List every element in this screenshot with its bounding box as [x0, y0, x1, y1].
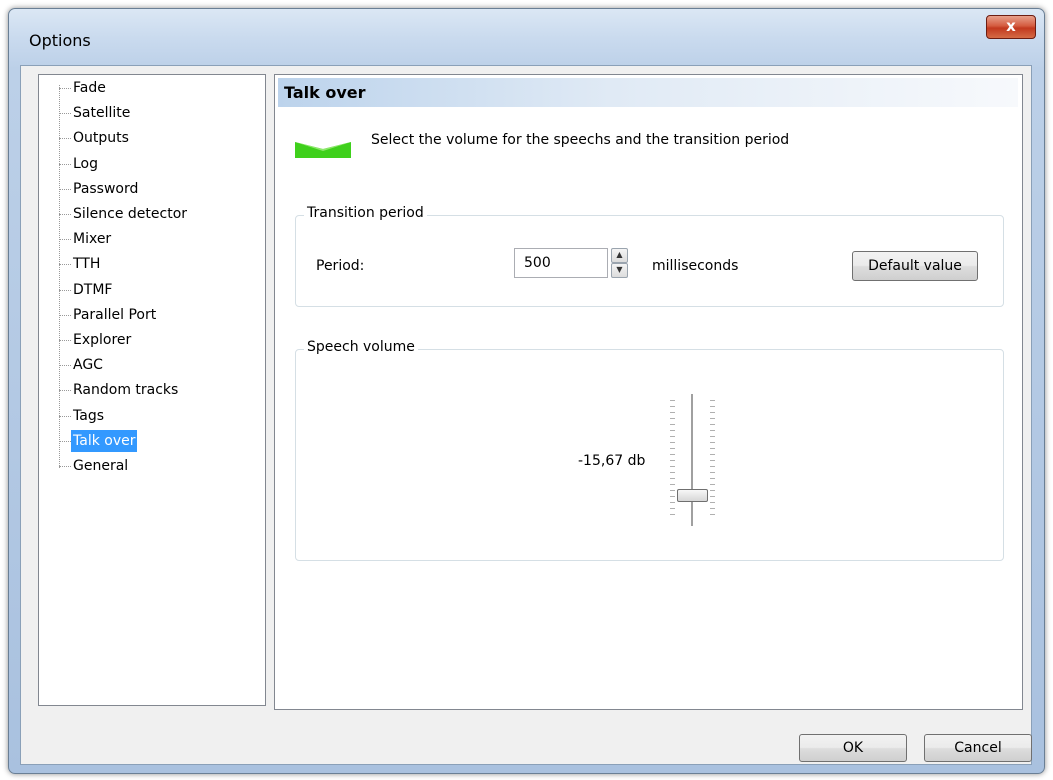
tree-connector [59, 415, 71, 417]
tree-connector-line [59, 85, 60, 468]
period-spinner[interactable]: ▲ ▼ [611, 248, 628, 278]
tree-connector [59, 440, 71, 442]
transition-group-title: Transition period [304, 205, 427, 221]
transition-period-group: Transition period Period: ▲ ▼ millisecon… [295, 205, 1004, 307]
tree-item-label: Outputs [73, 130, 129, 147]
tree-connector [59, 188, 71, 190]
arrow-up-icon: ▲ [616, 250, 623, 259]
dialog-client: Fade Satellite Outputs Log Password Silence d… [20, 65, 1032, 765]
tree-connector [59, 264, 71, 266]
slider-track [691, 394, 694, 526]
tree-connector [59, 239, 71, 241]
options-dialog: Options x Fade Satellite Outputs Log Passwor… [8, 8, 1045, 774]
default-value-button[interactable]: Default value [852, 251, 978, 281]
tree-item-label: DTMF [73, 281, 113, 298]
tree-item-label: Fade [73, 80, 106, 96]
tree-item-label: Silence detector [73, 206, 188, 222]
unit-label: milliseconds [652, 258, 739, 274]
tree-item-label: General [73, 458, 129, 474]
tree-connector [59, 390, 71, 392]
tree-item-label: Satellite [73, 105, 131, 122]
panel-title: Talk over [284, 83, 366, 102]
speech-volume-slider[interactable] [664, 394, 722, 526]
tree-connector [59, 138, 71, 140]
tree-connector [59, 88, 71, 89]
tree-item-label: Random tracks [73, 382, 179, 399]
tree-item-label: Talk over [71, 429, 138, 452]
options-tree: Fade Satellite Outputs Log Password Silence d… [38, 74, 266, 706]
tree-item-label: AGC [73, 357, 103, 374]
volume-db-label: -15,67 db [578, 453, 646, 469]
ok-button[interactable]: OK [799, 734, 907, 762]
tree-connector [59, 365, 71, 367]
tree-connector [59, 113, 71, 115]
spin-up-button[interactable]: ▲ [611, 248, 628, 263]
tree-item-label: Log [73, 155, 99, 172]
title-bar[interactable]: Options x [9, 9, 1044, 65]
speech-group-title: Speech volume [304, 339, 418, 355]
tree-item-label: Tags [73, 407, 104, 424]
tree-connector [59, 163, 71, 165]
tree-connector [59, 340, 71, 341]
settings-panel: Talk over Select the volume for the spee… [274, 74, 1023, 710]
close-icon: x [1006, 17, 1016, 35]
arrow-down-icon: ▼ [616, 265, 623, 274]
period-label: Period: [316, 258, 365, 274]
tree-item-label: Explorer [73, 332, 132, 348]
intro-text: Select the volume for the speechs and th… [371, 132, 790, 148]
close-button[interactable]: x [986, 15, 1036, 39]
panel-header: Talk over [278, 78, 1018, 107]
slider-ticks-right [710, 400, 715, 520]
talk-over-icon [295, 142, 351, 158]
tree-connector [59, 314, 71, 316]
window-title: Options [29, 31, 91, 50]
tree-connector [59, 466, 71, 467]
tree-item-label: Mixer [73, 231, 112, 248]
slider-ticks-left [670, 400, 675, 520]
tree-item-label: Password [73, 180, 139, 197]
speech-volume-group: Speech volume -15,67 db [295, 339, 1004, 561]
tree-connector [59, 289, 71, 291]
slider-thumb[interactable] [677, 489, 708, 502]
spin-down-button[interactable]: ▼ [611, 263, 628, 278]
cancel-button[interactable]: Cancel [924, 734, 1032, 762]
period-input[interactable] [514, 248, 608, 278]
tree-connector [59, 214, 71, 215]
tree-item-label: Parallel Port [73, 306, 157, 323]
tree-item-label: TTH [73, 256, 101, 273]
